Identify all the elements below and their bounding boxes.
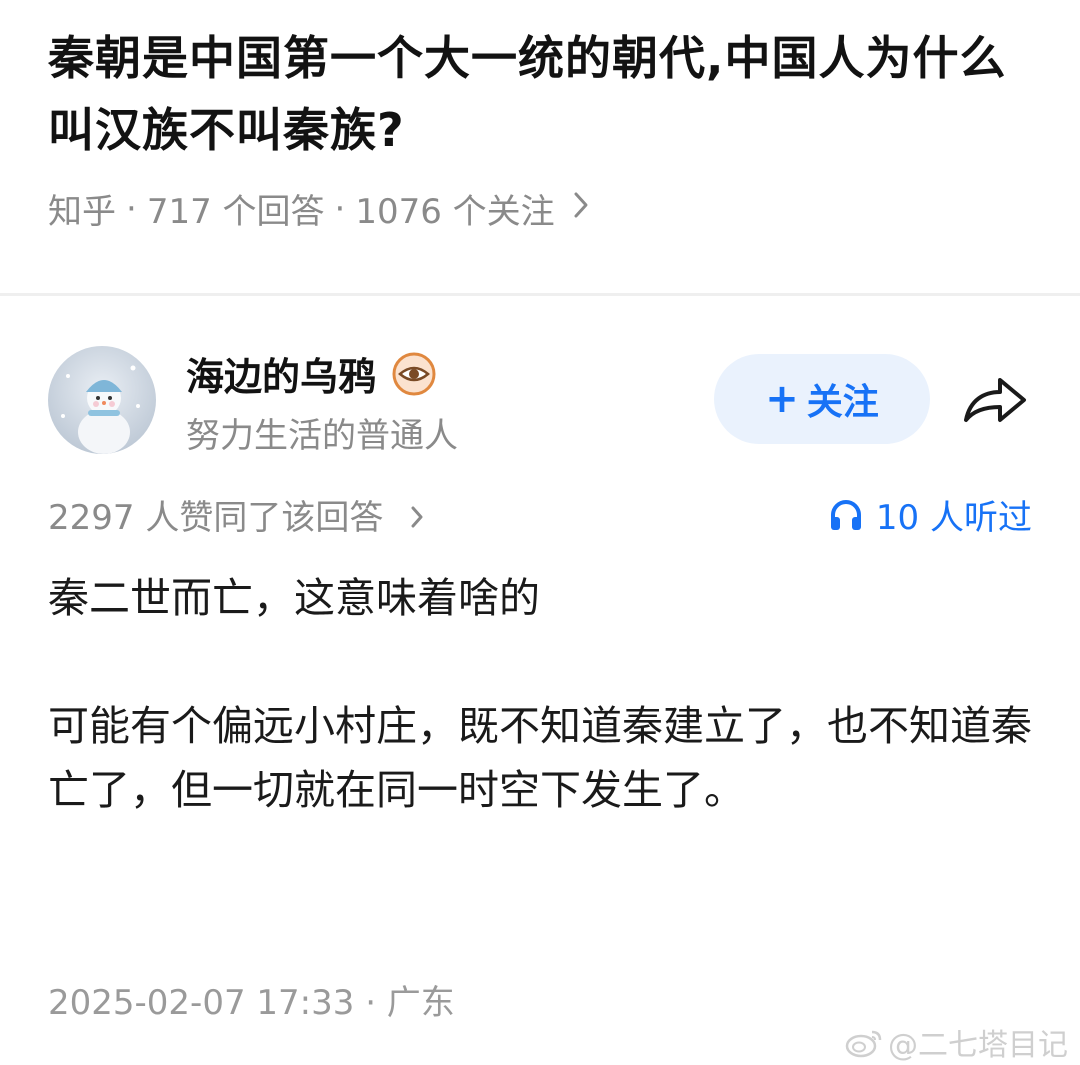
section-divider — [0, 293, 1080, 296]
answer-count: 717 个回答 — [146, 192, 325, 232]
answer-paragraph: 可能有个偏远小村庄，既不知道秦建立了，也不知道秦亡了，但一切就在同一时空下发生了… — [48, 702, 1032, 814]
question-header: 秦朝是中国第一个大一统的朝代,中国人为什么叫汉族不叫秦族? 知乎 · 717 个… — [48, 22, 1048, 233]
meta-separator: · — [126, 188, 137, 229]
vote-count: 2297 人赞同了该回答 — [48, 498, 384, 538]
listen-count-button[interactable]: 10 人听过 — [828, 490, 1032, 539]
listen-count: 10 人听过 — [875, 498, 1032, 538]
question-source: 知乎 — [48, 192, 116, 232]
weibo-logo-icon — [845, 1030, 882, 1058]
share-arrow-icon[interactable] — [960, 370, 1030, 430]
author-name-row: 海边的乌鸦 — [186, 346, 438, 401]
author-bio: 努力生活的普通人 — [186, 416, 458, 456]
watermark: @二七塔目记 — [844, 1020, 1068, 1064]
answer-paragraph: 秦二世而亡，这意味着啥的 — [48, 574, 540, 622]
author-card: 海边的乌鸦 努力生活的普通人 + 关注 — [48, 346, 1038, 456]
follow-button[interactable]: + 关注 — [714, 354, 930, 444]
question-title[interactable]: 秦朝是中国第一个大一统的朝代,中国人为什么叫汉族不叫秦族? — [48, 22, 1048, 166]
follower-count: 1076 个关注 — [355, 192, 555, 232]
watermark-text: @二七塔目记 — [888, 1028, 1068, 1063]
author-name[interactable]: 海边的乌鸦 — [186, 346, 376, 401]
headphones-icon — [830, 499, 861, 530]
avatar[interactable] — [48, 346, 156, 454]
chevron-right-icon — [573, 191, 589, 227]
plus-icon: + — [765, 376, 799, 422]
answer-timestamp: 2025-02-07 17:33 · 广东 — [48, 983, 455, 1023]
answer-content: 秦二世而亡，这意味着啥的 可能有个偏远小村庄，既不知道秦建立了，也不知道秦亡了，… — [48, 566, 1038, 822]
answer-stats: 2297 人赞同了该回答 10 人听过 — [48, 490, 1032, 539]
question-meta[interactable]: 知乎 · 717 个回答 · 1076 个关注 — [48, 184, 1048, 233]
vote-summary[interactable]: 2297 人赞同了该回答 — [48, 490, 424, 539]
eye-badge-icon — [390, 350, 438, 398]
chevron-right-icon — [410, 502, 424, 537]
follow-label: 关注 — [806, 382, 879, 423]
meta-separator: · — [334, 188, 346, 229]
